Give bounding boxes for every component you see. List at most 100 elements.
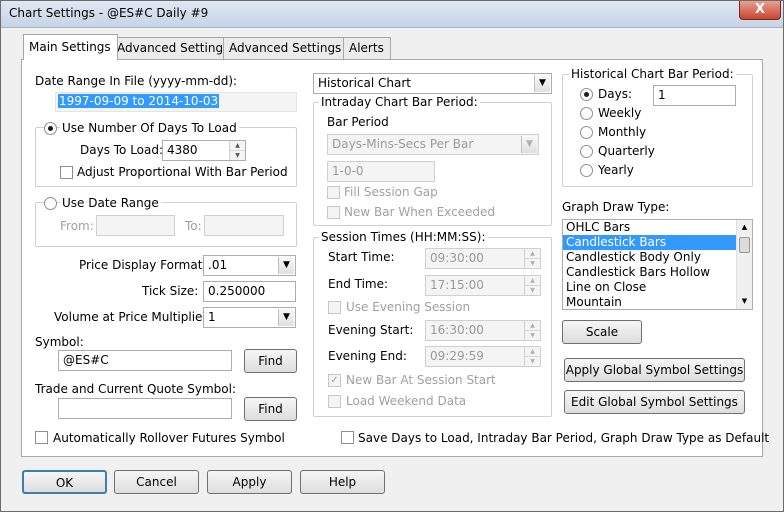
spin-up-icon[interactable]: ▲ (230, 141, 245, 150)
bar-period-label: Bar Period (327, 115, 389, 129)
save-default-checkbox[interactable] (341, 431, 354, 444)
list-item[interactable]: Mountain (563, 295, 737, 309)
end-time-label: End Time: (328, 277, 389, 291)
new-bar-session-start-label: New Bar At Session Start (346, 373, 496, 387)
symbol-input[interactable]: @ES#C (58, 350, 232, 371)
spin-down-icon[interactable]: ▼ (525, 356, 540, 365)
fill-session-gap-label: Fill Session Gap (344, 185, 438, 199)
period-quarterly-radio[interactable] (580, 145, 593, 158)
price-format-label: Price Display Format: (79, 258, 207, 272)
start-time-spinner[interactable]: ▲ ▼ (524, 249, 540, 268)
period-yearly-radio[interactable] (580, 164, 593, 177)
start-time-input[interactable]: 09:30:00 ▲ ▼ (425, 248, 541, 269)
spin-down-icon[interactable]: ▼ (525, 330, 540, 339)
rollover-checkbox[interactable] (35, 431, 48, 444)
end-time-spinner[interactable]: ▲ ▼ (524, 276, 540, 295)
chart-settings-window: Chart Settings - @ES#C Daily #9 X Main S… (0, 0, 784, 512)
list-scrollbar[interactable]: ▲ ▼ (736, 220, 752, 309)
price-format-select[interactable]: .01 ▼ (203, 255, 296, 276)
tab-advanced-settings-2[interactable]: Advanced Settings 2 (223, 37, 360, 59)
use-days-label: Use Number Of Days To Load (60, 121, 239, 135)
chevron-down-icon[interactable]: ▼ (534, 75, 550, 92)
symbol-find-button[interactable]: Find (244, 349, 297, 373)
new-bar-exceeded-checkbox[interactable] (327, 206, 340, 219)
evening-end-input[interactable]: 09:29:59 ▲ ▼ (425, 346, 541, 367)
scroll-down-icon[interactable]: ▼ (737, 294, 752, 309)
evening-start-spinner[interactable]: ▲ ▼ (524, 321, 540, 340)
tab-advanced-settings[interactable]: Advanced Settings (111, 37, 237, 59)
graph-draw-type-list[interactable]: OHLC Bars Candlestick Bars Candlestick B… (562, 219, 753, 310)
scroll-up-icon[interactable]: ▲ (737, 220, 752, 235)
chevron-down-icon[interactable]: ▼ (278, 309, 294, 326)
spin-down-icon[interactable]: ▼ (525, 258, 540, 267)
period-weekly-radio[interactable] (580, 107, 593, 120)
trade-symbol-find-button[interactable]: Find (244, 397, 297, 421)
spin-down-icon[interactable]: ▼ (525, 285, 540, 294)
close-button[interactable]: X (739, 1, 781, 20)
end-time-input[interactable]: 17:15:00 ▲ ▼ (425, 275, 541, 296)
days-spinner[interactable]: ▲ ▼ (229, 141, 245, 160)
use-date-range-radio[interactable] (44, 197, 57, 210)
period-days-value: 1 (658, 88, 666, 102)
session-times-title: Session Times (HH:MM:SS): (319, 230, 488, 244)
load-weekend-data-checkbox[interactable] (328, 395, 341, 408)
window-title: Chart Settings - @ES#C Daily #9 (9, 6, 209, 20)
days-to-load-input[interactable]: 4380 ▲ ▼ (162, 140, 246, 161)
help-button[interactable]: Help (300, 470, 385, 494)
period-days-radio[interactable] (580, 88, 593, 101)
list-item[interactable]: OHLC Bars (563, 220, 737, 235)
tick-size-input[interactable]: 0.250000 (203, 281, 296, 302)
date-range-field[interactable]: 1997-09-09 to 2014-10-03 (55, 92, 297, 112)
period-days-label: Days: (598, 87, 632, 101)
scale-button[interactable]: Scale (562, 320, 642, 344)
spin-up-icon[interactable]: ▲ (525, 276, 540, 285)
volume-multiplier-value: 1 (208, 310, 216, 324)
evening-end-value: 09:29:59 (430, 349, 484, 363)
historical-period-title: Historical Chart Bar Period: (569, 67, 736, 81)
period-value-input[interactable]: 1-0-0 (327, 161, 435, 182)
spin-up-icon[interactable]: ▲ (525, 321, 540, 330)
spin-up-icon[interactable]: ▲ (525, 249, 540, 258)
bar-period-select[interactable]: Days-Mins-Secs Per Bar ▼ (327, 134, 539, 155)
date-range-value: 1997-09-09 to 2014-10-03 (58, 94, 220, 108)
chevron-down-icon[interactable]: ▼ (521, 136, 537, 153)
apply-global-symbol-settings-button[interactable]: Apply Global Symbol Settings (564, 358, 745, 382)
list-item[interactable]: Line on Close (563, 280, 737, 295)
edit-global-symbol-settings-button[interactable]: Edit Global Symbol Settings (564, 390, 745, 414)
evening-start-input[interactable]: 16:30:00 ▲ ▼ (425, 320, 541, 341)
chevron-down-icon[interactable]: ▼ (278, 257, 294, 274)
tab-main-settings[interactable]: Main Settings (23, 34, 118, 60)
period-days-input[interactable]: 1 (653, 85, 736, 106)
use-evening-session-checkbox[interactable] (328, 301, 341, 314)
evening-end-spinner[interactable]: ▲ ▼ (524, 347, 540, 366)
period-monthly-radio[interactable] (580, 126, 593, 139)
period-weekly-label: Weekly (598, 106, 642, 120)
spin-up-icon[interactable]: ▲ (525, 347, 540, 356)
end-time-value: 17:15:00 (430, 278, 484, 292)
adjust-proportional-checkbox[interactable] (60, 166, 73, 179)
scroll-thumb[interactable] (739, 237, 750, 253)
period-yearly-label: Yearly (598, 163, 634, 177)
tab-alerts[interactable]: Alerts (343, 37, 391, 59)
from-date-input[interactable] (96, 215, 175, 236)
use-date-range-label: Use Date Range (60, 196, 161, 210)
spin-down-icon[interactable]: ▼ (230, 150, 245, 159)
list-item[interactable]: Candlestick Bars Hollow (563, 265, 737, 280)
load-weekend-data-label: Load Weekend Data (346, 394, 467, 408)
tick-size-value: 0.250000 (208, 284, 266, 298)
list-item[interactable]: Candlestick Bars (563, 235, 737, 250)
apply-button[interactable]: Apply (207, 470, 292, 494)
to-date-input[interactable] (204, 215, 284, 236)
chart-type-select[interactable]: Historical Chart ▼ (313, 73, 552, 94)
list-item[interactable]: Candlestick Body Only (563, 250, 737, 265)
fill-session-gap-checkbox[interactable] (327, 186, 340, 199)
cancel-button[interactable]: Cancel (114, 470, 199, 494)
new-bar-session-start-checkbox[interactable]: ✓ (328, 374, 341, 387)
title-bar[interactable]: Chart Settings - @ES#C Daily #9 X (1, 1, 783, 28)
ok-button[interactable]: OK (22, 470, 107, 494)
trade-symbol-input[interactable] (58, 398, 232, 419)
use-days-radio[interactable] (44, 122, 57, 135)
save-default-label: Save Days to Load, Intraday Bar Period, … (358, 431, 770, 445)
volume-multiplier-select[interactable]: 1 ▼ (203, 307, 296, 328)
evening-start-value: 16:30:00 (430, 323, 484, 337)
